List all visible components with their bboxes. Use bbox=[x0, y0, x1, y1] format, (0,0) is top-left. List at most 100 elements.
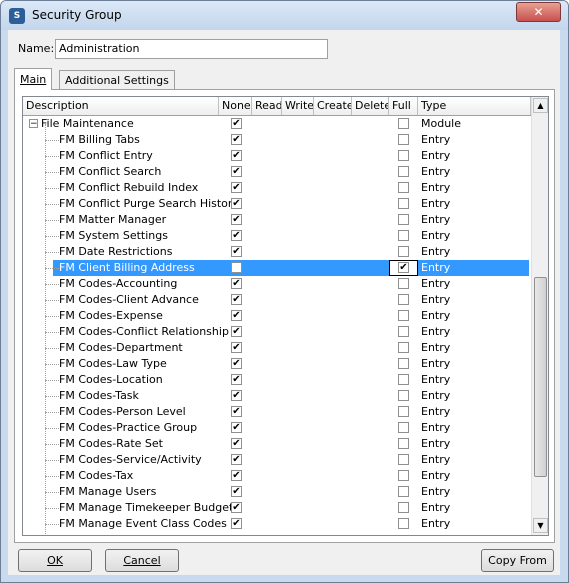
none-checkbox[interactable] bbox=[231, 118, 242, 129]
scroll-down-arrow-icon[interactable]: ▼ bbox=[533, 518, 548, 533]
table-row[interactable]: FM Manage Timekeeper Budgets Entry bbox=[23, 500, 531, 516]
table-row[interactable]: FM Codes-Rate Set Entry bbox=[23, 436, 531, 452]
collapse-icon[interactable]: − bbox=[29, 119, 38, 129]
copy-from-button[interactable]: Copy From bbox=[481, 549, 554, 572]
none-checkbox[interactable] bbox=[231, 358, 242, 369]
column-header-type[interactable]: Type bbox=[418, 97, 531, 115]
full-checkbox[interactable] bbox=[398, 118, 409, 129]
table-row[interactable]: FM System Settings Entry bbox=[23, 228, 531, 244]
full-checkbox[interactable] bbox=[398, 230, 409, 241]
none-checkbox[interactable] bbox=[231, 342, 242, 353]
none-checkbox[interactable] bbox=[231, 278, 242, 289]
table-row[interactable]: FM Codes-Conflict Relationship Entry bbox=[23, 324, 531, 340]
full-checkbox[interactable] bbox=[398, 374, 409, 385]
tab-main[interactable]: Main bbox=[14, 68, 53, 90]
table-row[interactable]: FM Codes-Tax Entry bbox=[23, 468, 531, 484]
table-row[interactable]: FM Codes-Service/Activity Entry bbox=[23, 452, 531, 468]
row-type: Entry bbox=[421, 453, 451, 466]
none-checkbox[interactable] bbox=[231, 246, 242, 257]
full-checkbox[interactable] bbox=[398, 310, 409, 321]
table-row[interactable]: FM Codes-Department Entry bbox=[23, 340, 531, 356]
table-row[interactable]: FM Codes-Accounting Entry bbox=[23, 276, 531, 292]
full-checkbox[interactable] bbox=[398, 502, 409, 513]
none-checkbox[interactable] bbox=[231, 374, 242, 385]
vertical-scrollbar[interactable]: ▲ ▼ bbox=[531, 97, 548, 535]
none-checkbox[interactable] bbox=[231, 214, 242, 225]
full-checkbox[interactable] bbox=[398, 278, 409, 289]
none-checkbox[interactable] bbox=[231, 502, 242, 513]
full-checkbox[interactable] bbox=[398, 470, 409, 481]
table-row[interactable]: FM Codes-Client Advance Entry bbox=[23, 292, 531, 308]
table-row[interactable]: FM Date Restrictions Entry bbox=[23, 244, 531, 260]
column-header-none[interactable]: None bbox=[219, 97, 252, 115]
full-checkbox[interactable] bbox=[398, 406, 409, 417]
full-checkbox[interactable] bbox=[398, 422, 409, 433]
ok-button[interactable]: OK bbox=[18, 549, 92, 572]
full-checkbox[interactable] bbox=[398, 342, 409, 353]
none-checkbox[interactable] bbox=[231, 198, 242, 209]
full-checkbox[interactable] bbox=[398, 246, 409, 257]
column-header-description[interactable]: Description bbox=[23, 97, 219, 115]
scroll-thumb[interactable] bbox=[534, 277, 547, 477]
column-header-read[interactable]: Read bbox=[252, 97, 282, 115]
none-checkbox[interactable] bbox=[231, 326, 242, 337]
none-checkbox[interactable] bbox=[231, 262, 242, 273]
table-row[interactable]: FM Billing Tabs Entry bbox=[23, 132, 531, 148]
none-checkbox[interactable] bbox=[231, 486, 242, 497]
full-checkbox[interactable] bbox=[398, 214, 409, 225]
full-checkbox[interactable] bbox=[398, 358, 409, 369]
table-row[interactable]: FM Conflict Search Entry bbox=[23, 164, 531, 180]
full-checkbox[interactable] bbox=[398, 150, 409, 161]
close-button[interactable]: ✕ bbox=[516, 2, 561, 22]
table-row[interactable]: FM Codes-Location Entry bbox=[23, 372, 531, 388]
none-checkbox[interactable] bbox=[231, 150, 242, 161]
full-checkbox[interactable] bbox=[398, 390, 409, 401]
full-checkbox[interactable] bbox=[398, 486, 409, 497]
table-row[interactable]: FM Conflict Purge Search History Entry bbox=[23, 196, 531, 212]
none-checkbox[interactable] bbox=[231, 406, 242, 417]
full-checkbox[interactable] bbox=[398, 198, 409, 209]
title-bar[interactable]: S Security Group ✕ bbox=[1, 1, 568, 30]
cancel-button[interactable]: Cancel bbox=[105, 549, 179, 572]
column-header-write[interactable]: Write bbox=[282, 97, 314, 115]
table-row[interactable]: −File Maintenance Module bbox=[23, 116, 531, 132]
column-header-delete[interactable]: Delete bbox=[352, 97, 389, 115]
table-row[interactable]: FM Matter Manager Entry bbox=[23, 212, 531, 228]
full-checkbox[interactable] bbox=[398, 182, 409, 193]
full-checkbox[interactable] bbox=[398, 294, 409, 305]
table-row[interactable]: FM Conflict Entry Entry bbox=[23, 148, 531, 164]
none-checkbox[interactable] bbox=[231, 230, 242, 241]
table-row[interactable]: FM Codes-Person Level Entry bbox=[23, 404, 531, 420]
table-row[interactable]: FM Conflict Rebuild Index Entry bbox=[23, 180, 531, 196]
none-checkbox[interactable] bbox=[231, 166, 242, 177]
table-row[interactable]: FM Manage Event Class Codes Entry bbox=[23, 516, 531, 532]
table-row[interactable]: FM Codes-Expense Entry bbox=[23, 308, 531, 324]
column-header-full[interactable]: Full bbox=[389, 97, 418, 115]
full-checkbox[interactable] bbox=[398, 326, 409, 337]
table-row[interactable]: FM Manage Users Entry bbox=[23, 484, 531, 500]
none-checkbox[interactable] bbox=[231, 134, 242, 145]
scroll-up-arrow-icon[interactable]: ▲ bbox=[533, 98, 548, 113]
table-row[interactable]: FM Codes-Law Type Entry bbox=[23, 356, 531, 372]
full-checkbox[interactable] bbox=[398, 262, 409, 273]
column-header-create[interactable]: Create bbox=[314, 97, 352, 115]
none-checkbox[interactable] bbox=[231, 310, 242, 321]
full-checkbox[interactable] bbox=[398, 438, 409, 449]
full-checkbox[interactable] bbox=[398, 134, 409, 145]
full-checkbox[interactable] bbox=[398, 454, 409, 465]
tab-additional-settings[interactable]: Additional Settings bbox=[59, 70, 175, 89]
table-row[interactable]: FM Codes-Practice Group Entry bbox=[23, 420, 531, 436]
none-checkbox[interactable] bbox=[231, 294, 242, 305]
full-checkbox[interactable] bbox=[398, 166, 409, 177]
none-checkbox[interactable] bbox=[231, 454, 242, 465]
none-checkbox[interactable] bbox=[231, 182, 242, 193]
none-checkbox[interactable] bbox=[231, 422, 242, 433]
none-checkbox[interactable] bbox=[231, 470, 242, 481]
name-field[interactable]: Administration bbox=[55, 39, 328, 59]
full-checkbox[interactable] bbox=[398, 518, 409, 529]
none-checkbox[interactable] bbox=[231, 518, 242, 529]
table-row[interactable]: FM Client Billing Address Entry bbox=[23, 260, 531, 276]
none-checkbox[interactable] bbox=[231, 438, 242, 449]
none-checkbox[interactable] bbox=[231, 390, 242, 401]
table-row[interactable]: FM Codes-Task Entry bbox=[23, 388, 531, 404]
